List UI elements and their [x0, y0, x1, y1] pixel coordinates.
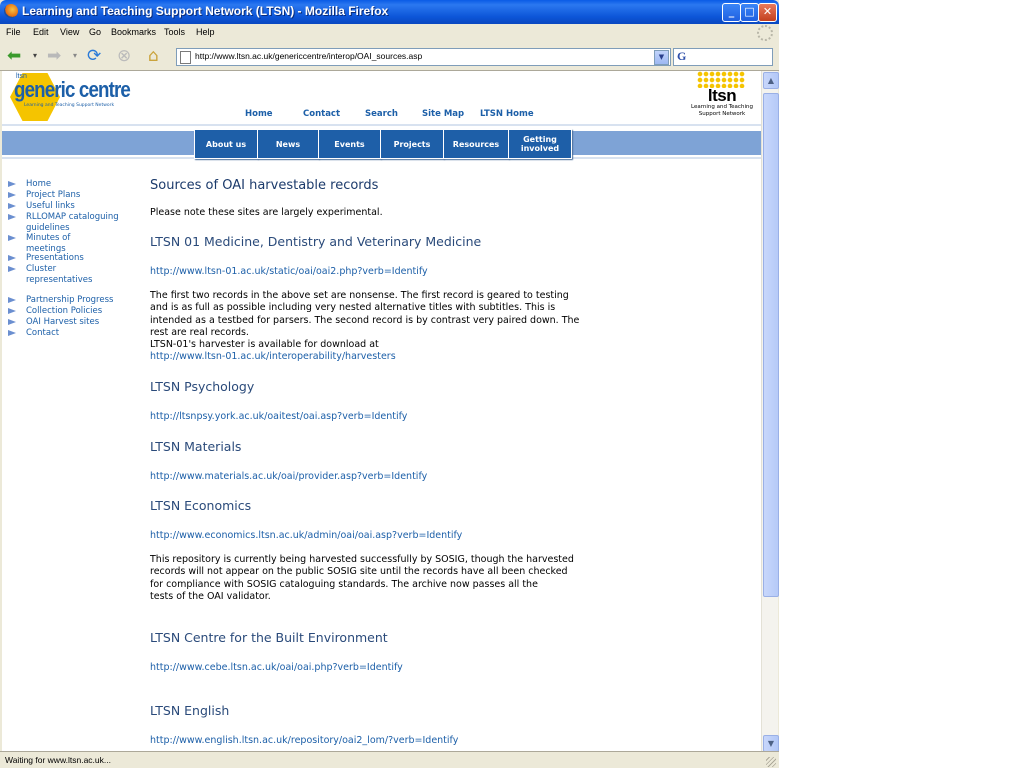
- maximize-button[interactable]: □: [740, 3, 759, 22]
- title-bar[interactable]: Learning and Teaching Support Network (L…: [0, 0, 779, 24]
- section-text: This repository is currently being harve…: [150, 554, 580, 603]
- bullet-arrow-icon: [8, 181, 16, 187]
- firefox-icon: [4, 4, 18, 18]
- section-paragraph: The first two records in the above set a…: [150, 290, 580, 338]
- scroll-down-icon[interactable]: ▼: [763, 735, 779, 752]
- leftnav-useful-links[interactable]: Useful links: [8, 201, 130, 212]
- close-button[interactable]: ✕: [758, 3, 777, 22]
- section-heading: LTSN Materials: [150, 439, 242, 454]
- menu-bar: File Edit View Go Bookmarks Tools Help: [0, 24, 779, 42]
- section-paragraph: LTSN-01's harvester is available for dow…: [150, 339, 379, 351]
- section-heading: LTSN Economics: [150, 498, 252, 513]
- repository-link[interactable]: http://ltsnpsy.york.ac.uk/oaitest/oai.as…: [150, 411, 407, 422]
- bullet-arrow-icon: [8, 297, 16, 303]
- search-box[interactable]: G: [673, 48, 773, 66]
- reload-icon[interactable]: ⟳: [87, 45, 101, 67]
- ltsn-logo[interactable]: ltsn Learning and Teaching Support Netwo…: [687, 71, 757, 121]
- bullet-arrow-icon: [8, 330, 16, 336]
- home-icon[interactable]: ⌂: [148, 45, 159, 67]
- menu-view[interactable]: View: [60, 27, 79, 37]
- status-bar: Waiting for www.ltsn.ac.uk...: [0, 751, 779, 768]
- window-title: Learning and Teaching Support Network (L…: [22, 4, 389, 18]
- scrollbar-thumb[interactable]: [763, 93, 779, 597]
- intro-text: Please note these sites are largely expe…: [150, 207, 383, 218]
- repository-link[interactable]: http://www.ltsn-01.ac.uk/static/oai/oai2…: [150, 266, 428, 277]
- menu-tools[interactable]: Tools: [164, 27, 185, 37]
- address-dropdown-icon[interactable]: ▼: [654, 50, 669, 65]
- forward-arrow-icon[interactable]: ➡: [47, 45, 61, 67]
- minimize-button[interactable]: _: [722, 3, 741, 22]
- tab-projects[interactable]: Projects: [380, 129, 444, 159]
- google-search-engine-icon[interactable]: G: [677, 49, 686, 64]
- leftnav-minutes[interactable]: Minutes of meetings: [8, 233, 130, 254]
- tab-news[interactable]: News: [257, 129, 319, 159]
- tab-getting-involved[interactable]: Getting involved: [508, 129, 572, 159]
- back-dropdown-icon[interactable]: ▾: [33, 45, 37, 67]
- logo-text: generic centre: [14, 77, 131, 102]
- leftnav-home[interactable]: Home: [8, 179, 130, 190]
- vertical-scrollbar[interactable]: ▲ ▼: [761, 71, 779, 752]
- bullet-arrow-icon: [8, 308, 16, 314]
- section-paragraph: This repository is currently being harve…: [150, 554, 574, 590]
- topnav-contact[interactable]: Contact: [303, 109, 340, 119]
- leftnav-contact[interactable]: Contact: [8, 328, 130, 339]
- section-text: The first two records in the above set a…: [150, 290, 580, 364]
- menu-file[interactable]: File: [6, 27, 21, 37]
- repository-link[interactable]: http://www.english.ltsn.ac.uk/repository…: [150, 735, 458, 746]
- section-heading: LTSN 01 Medicine, Dentistry and Veterina…: [150, 234, 482, 249]
- leftnav-cluster-representatives[interactable]: Cluster representatives: [8, 264, 130, 285]
- throbber-icon: [757, 25, 773, 41]
- leftnav-project-plans[interactable]: Project Plans: [8, 190, 130, 201]
- leftnav-presentations[interactable]: Presentations: [8, 253, 130, 264]
- repository-link[interactable]: http://www.cebe.ltsn.ac.uk/oai/oai.php?v…: [150, 662, 403, 673]
- section-paragraph: tests of the OAI validator.: [150, 590, 271, 602]
- harvester-download-link[interactable]: http://www.ltsn-01.ac.uk/interoperabilit…: [150, 351, 396, 362]
- browser-window: Learning and Teaching Support Network (L…: [0, 0, 779, 768]
- bullet-arrow-icon: [8, 319, 16, 325]
- stop-icon[interactable]: ⊗: [117, 45, 131, 67]
- address-url[interactable]: http://www.ltsn.ac.uk/genericcentre/inte…: [195, 51, 422, 61]
- forward-dropdown-icon[interactable]: ▾: [73, 45, 77, 67]
- leftnav-partnership-progress[interactable]: Partnership Progress: [8, 295, 130, 306]
- menu-bookmarks[interactable]: Bookmarks: [111, 27, 156, 37]
- topnav-ltsn-home[interactable]: LTSN Home: [480, 109, 534, 119]
- section-heading: LTSN English: [150, 703, 230, 718]
- topnav-site-map[interactable]: Site Map: [422, 109, 464, 119]
- ltsn-logo-word: ltsn: [707, 86, 737, 105]
- menu-edit[interactable]: Edit: [33, 27, 49, 37]
- bullet-arrow-icon: [8, 255, 16, 261]
- topnav-home[interactable]: Home: [245, 109, 273, 119]
- menu-go[interactable]: Go: [89, 27, 101, 37]
- tab-resources[interactable]: Resources: [443, 129, 509, 159]
- header-divider: [2, 124, 761, 126]
- section-heading: LTSN Centre for the Built Environment: [150, 630, 388, 645]
- address-bar[interactable]: http://www.ltsn.ac.uk/genericcentre/inte…: [176, 48, 671, 66]
- bullet-arrow-icon: [8, 235, 16, 241]
- page-icon: [180, 51, 191, 64]
- tab-about-us[interactable]: About us: [194, 129, 258, 159]
- top-navigation: Home Contact Search Site Map LTSN Home: [2, 109, 761, 123]
- repository-link[interactable]: http://www.economics.ltsn.ac.uk/admin/oa…: [150, 530, 462, 541]
- resize-grip-icon[interactable]: [766, 757, 776, 767]
- logo-subtitle: Learning and Teaching Support Network: [24, 103, 115, 108]
- bullet-arrow-icon: [8, 214, 16, 220]
- section-heading: LTSN Psychology: [150, 379, 255, 394]
- status-text: Waiting for www.ltsn.ac.uk...: [5, 755, 111, 765]
- back-arrow-icon[interactable]: ⬅: [7, 45, 21, 67]
- menu-help[interactable]: Help: [196, 27, 215, 37]
- ltsn-logo-tagline: Learning and Teaching Support Network: [691, 104, 753, 117]
- bullet-arrow-icon: [8, 192, 16, 198]
- leftnav-oai-harvest-sites[interactable]: OAI Harvest sites: [8, 317, 130, 328]
- topnav-search[interactable]: Search: [365, 109, 398, 119]
- scroll-up-icon[interactable]: ▲: [763, 72, 779, 89]
- page-content: ltsn generic centre Learning and Teachin…: [2, 71, 761, 751]
- page-title: Sources of OAI harvestable records: [150, 178, 379, 193]
- tab-events[interactable]: Events: [318, 129, 381, 159]
- bullet-arrow-icon: [8, 266, 16, 272]
- bullet-arrow-icon: [8, 203, 16, 209]
- leftnav-rllomap[interactable]: RLLOMAP cataloguing guidelines: [8, 212, 130, 233]
- repository-link[interactable]: http://www.materials.ac.uk/oai/provider.…: [150, 471, 427, 482]
- leftnav-collection-policies[interactable]: Collection Policies: [8, 306, 130, 317]
